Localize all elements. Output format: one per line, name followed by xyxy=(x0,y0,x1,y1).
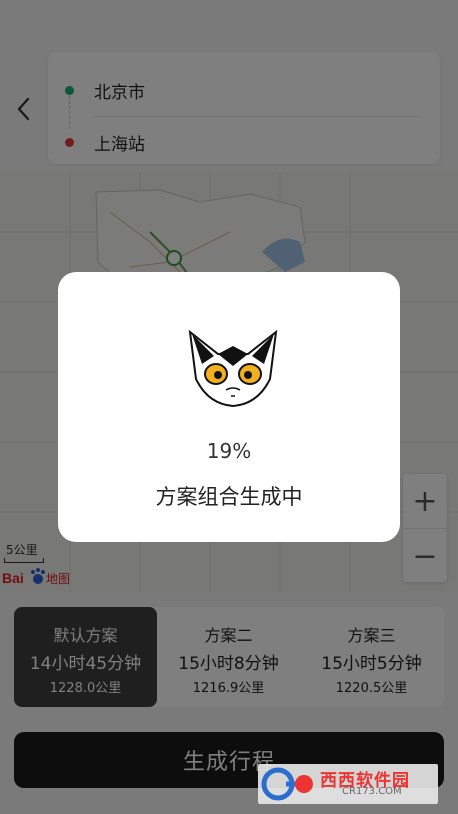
watermark-logo-icon xyxy=(261,767,313,801)
progress-dialog: 19% 方案组合生成中 xyxy=(58,272,400,542)
watermark-subtext: CR173.COM xyxy=(342,786,402,797)
progress-status: 方案组合生成中 xyxy=(155,485,303,509)
site-watermark: 西西软件园 CR173.COM xyxy=(258,764,438,804)
progress-percent: 19% xyxy=(206,439,252,463)
cat-mascot-icon xyxy=(188,329,278,408)
